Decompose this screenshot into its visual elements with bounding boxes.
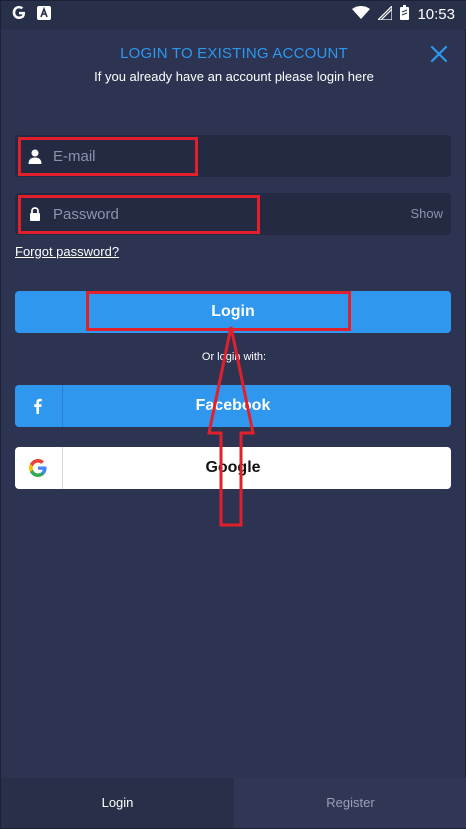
user-icon bbox=[27, 148, 43, 164]
facebook-button-label: Facebook bbox=[195, 397, 271, 414]
facebook-login-button[interactable]: Facebook bbox=[15, 385, 451, 427]
battery-icon bbox=[400, 5, 410, 25]
login-button-label: Login bbox=[211, 303, 255, 320]
forgot-password-link[interactable]: Forgot password? bbox=[15, 244, 119, 259]
signal-icon bbox=[377, 4, 394, 25]
google-login-button[interactable]: Google bbox=[15, 447, 451, 489]
tab-login[interactable]: Login bbox=[1, 778, 234, 828]
tab-register[interactable]: Register bbox=[234, 778, 466, 828]
login-screen: 10:53 LOGIN TO EXISTING ACCOUNT If you a… bbox=[0, 0, 466, 829]
close-button[interactable] bbox=[429, 44, 449, 64]
email-field-container bbox=[15, 135, 451, 177]
google-button-label: Google bbox=[205, 459, 261, 476]
bottom-tabs: Login Register bbox=[1, 778, 466, 828]
lock-icon bbox=[27, 206, 43, 222]
page-title: LOGIN TO EXISTING ACCOUNT bbox=[120, 45, 348, 62]
status-right: 10:53 bbox=[352, 4, 455, 25]
google-icon bbox=[11, 5, 27, 26]
or-login-text: Or login with: bbox=[201, 351, 267, 363]
close-icon bbox=[430, 45, 448, 63]
login-button[interactable]: Login bbox=[15, 291, 451, 333]
page-subtitle: If you already have an account please lo… bbox=[94, 69, 374, 84]
show-password-button[interactable]: Show bbox=[410, 193, 443, 235]
wifi-icon bbox=[352, 5, 371, 25]
status-bar: 10:53 bbox=[1, 1, 466, 29]
notification-a-icon bbox=[37, 6, 51, 25]
password-field-container: Show bbox=[15, 193, 451, 235]
password-input[interactable] bbox=[53, 193, 393, 235]
email-input[interactable] bbox=[53, 135, 393, 177]
status-left bbox=[11, 5, 51, 26]
status-time: 10:53 bbox=[417, 6, 455, 23]
